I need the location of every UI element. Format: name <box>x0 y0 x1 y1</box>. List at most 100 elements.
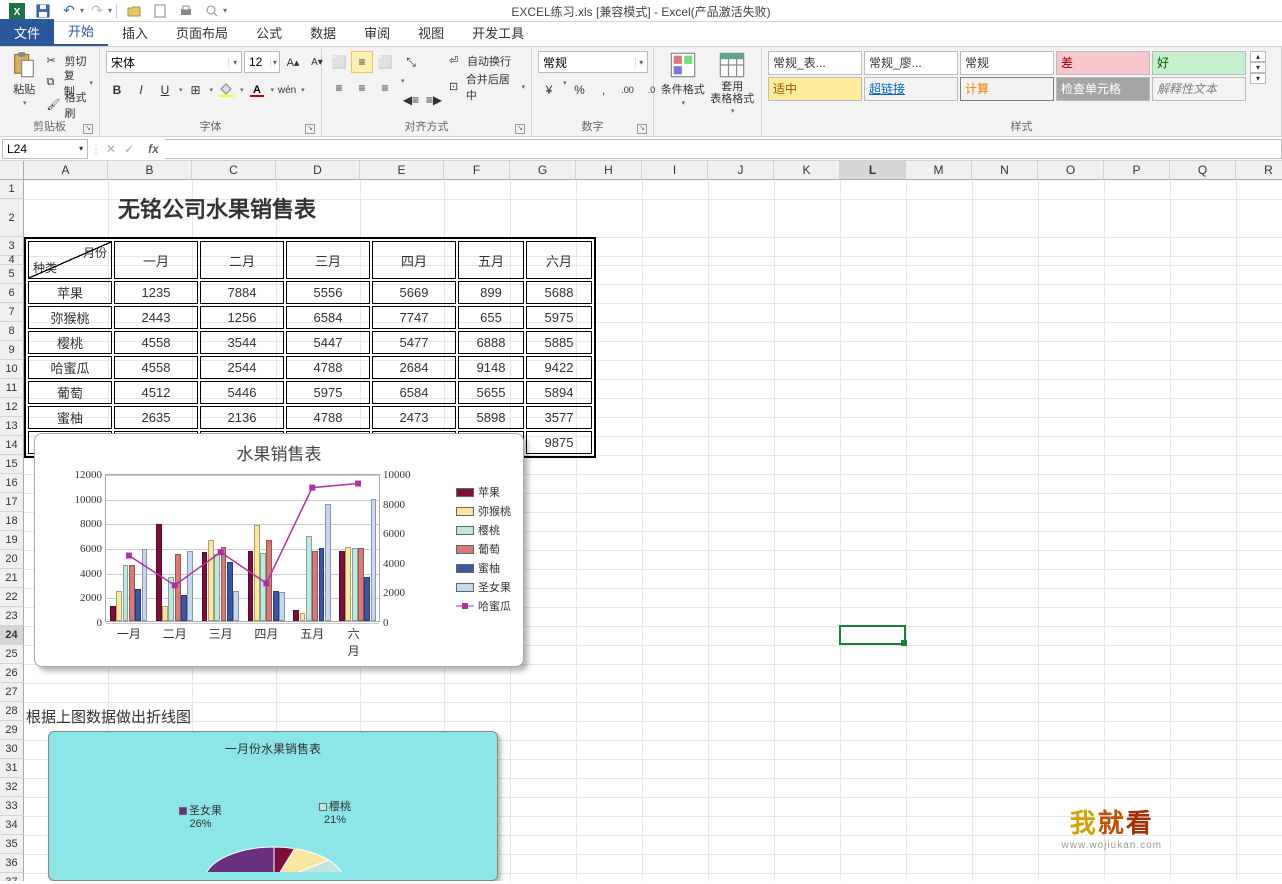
percent-icon[interactable]: % <box>569 79 591 101</box>
align-center-icon[interactable]: ≡ <box>351 77 373 99</box>
align-middle-icon[interactable]: ≡ <box>351 51 373 73</box>
style-cell[interactable]: 好 <box>1152 51 1246 75</box>
border-button[interactable]: ⊞ <box>185 79 207 101</box>
row-header[interactable]: 10 <box>0 360 24 379</box>
redo-dropdown[interactable]: ▾ <box>108 6 112 15</box>
format-painter-button[interactable]: 🖌格式刷 <box>46 95 93 115</box>
indent-decrease-icon[interactable]: ◀≡ <box>400 89 422 111</box>
column-header[interactable]: E <box>360 161 444 180</box>
format-as-table-button[interactable]: 套用 表格格式▾ <box>710 51 756 115</box>
row-header[interactable]: 26 <box>0 664 24 683</box>
pie-chart[interactable]: 一月份水果销售表 圣女果 26% 樱桃 21% <box>48 731 498 881</box>
row-header[interactable]: 18 <box>0 512 24 531</box>
font-launcher[interactable]: ↘ <box>305 124 315 134</box>
tab-审阅[interactable]: 审阅 <box>350 19 404 46</box>
align-bottom-icon[interactable]: ⬜ <box>374 51 396 73</box>
row-header[interactable]: 30 <box>0 740 24 759</box>
align-top-icon[interactable]: ⬜ <box>328 51 350 73</box>
column-header[interactable]: R <box>1236 161 1282 180</box>
column-header[interactable]: D <box>276 161 360 180</box>
phonetic-button[interactable]: wén <box>276 79 298 101</box>
tab-数据[interactable]: 数据 <box>296 19 350 46</box>
merge-center-button[interactable]: ⊡合并后居中▾ <box>449 77 525 97</box>
tab-插入[interactable]: 插入 <box>108 19 162 46</box>
row-header[interactable]: 34 <box>0 816 24 835</box>
row-header[interactable]: 2 <box>0 199 24 237</box>
tab-视图[interactable]: 视图 <box>404 19 458 46</box>
row-header[interactable]: 29 <box>0 721 24 740</box>
row-header[interactable]: 15 <box>0 455 24 474</box>
row-header[interactable]: 25 <box>0 645 24 664</box>
tab-页面布局[interactable]: 页面布局 <box>162 19 242 46</box>
italic-button[interactable]: I <box>130 79 152 101</box>
style-cell[interactable]: 计算 <box>960 77 1054 101</box>
column-header[interactable]: C <box>192 161 276 180</box>
style-cell[interactable]: 差 <box>1056 51 1150 75</box>
row-header[interactable]: 35 <box>0 835 24 854</box>
orientation-icon[interactable]: ⤡ <box>400 51 422 73</box>
row-header[interactable]: 13 <box>0 417 24 436</box>
row-header[interactable]: 5 <box>0 265 24 284</box>
bar-line-chart[interactable]: 水果销售表 0200040006000800010000120000200040… <box>34 433 524 667</box>
row-header[interactable]: 1 <box>0 180 24 199</box>
data-table[interactable]: 月份种类一月二月三月四月五月六月苹果1235788455565669899568… <box>24 237 596 458</box>
new-icon[interactable] <box>151 2 169 20</box>
fx-icon[interactable]: fx <box>142 142 165 156</box>
open-icon[interactable] <box>125 2 143 20</box>
underline-button[interactable]: U <box>154 79 176 101</box>
row-header[interactable]: 28 <box>0 702 24 721</box>
conditional-format-button[interactable]: 条件格式▾ <box>660 51 706 107</box>
column-header[interactable]: Q <box>1170 161 1236 180</box>
worksheet-grid[interactable]: ABCDEFGHIJKLMNOPQR 123456789101112131415… <box>0 161 1282 881</box>
row-header[interactable]: 7 <box>0 303 24 322</box>
preview-icon[interactable] <box>203 2 221 20</box>
row-header[interactable]: 12 <box>0 398 24 417</box>
style-cell[interactable]: 解释性文本 <box>1152 77 1246 101</box>
select-all-corner[interactable] <box>0 161 24 180</box>
row-header[interactable]: 27 <box>0 683 24 702</box>
column-header[interactable]: N <box>972 161 1038 180</box>
style-cell[interactable]: 检查单元格 <box>1056 77 1150 101</box>
row-header[interactable]: 22 <box>0 588 24 607</box>
column-header[interactable]: F <box>444 161 510 180</box>
row-header[interactable]: 9 <box>0 341 24 360</box>
column-header[interactable]: O <box>1038 161 1104 180</box>
style-cell[interactable]: 常规_廖... <box>864 51 958 75</box>
number-launcher[interactable]: ↘ <box>637 124 647 134</box>
style-cell[interactable]: 适中 <box>768 77 862 101</box>
row-header[interactable]: 23 <box>0 607 24 626</box>
print-icon[interactable] <box>177 2 195 20</box>
style-cell[interactable]: 超链接 <box>864 77 958 101</box>
number-format-combo[interactable]: ▾ <box>538 51 648 73</box>
cell-styles-gallery[interactable]: 常规_表...常规_廖...常规差好适中超链接计算检查单元格解释性文本 <box>768 51 1246 101</box>
wrap-text-button[interactable]: ⏎自动换行 <box>449 51 525 71</box>
grow-font-icon[interactable]: A▴ <box>282 51 304 73</box>
comma-icon[interactable]: , <box>593 79 615 101</box>
row-header[interactable]: 36 <box>0 854 24 873</box>
indent-increase-icon[interactable]: ≡▶ <box>423 89 445 111</box>
row-header[interactable]: 8 <box>0 322 24 341</box>
fill-color-button[interactable] <box>215 79 237 101</box>
row-header[interactable]: 14 <box>0 436 24 455</box>
bold-button[interactable]: B <box>106 79 128 101</box>
cancel-formula-icon[interactable]: ✕ <box>106 142 116 156</box>
align-right-icon[interactable]: ≡ <box>374 77 396 99</box>
name-box[interactable]: ▾ <box>2 139 88 159</box>
row-header[interactable]: 4 <box>0 256 24 265</box>
column-header[interactable]: A <box>24 161 108 180</box>
row-header[interactable]: 6 <box>0 284 24 303</box>
column-header[interactable]: K <box>774 161 840 180</box>
row-header[interactable]: 21 <box>0 569 24 588</box>
save-icon[interactable] <box>34 2 52 20</box>
tab-开始[interactable]: 开始 <box>54 17 108 46</box>
tab-文件[interactable]: 文件 <box>0 19 54 46</box>
column-header[interactable]: I <box>642 161 708 180</box>
currency-icon[interactable]: ¥ <box>538 79 560 101</box>
row-header[interactable]: 11 <box>0 379 24 398</box>
formula-input[interactable] <box>165 139 1282 159</box>
paste-button[interactable]: 粘贴 ▾ <box>6 51 42 107</box>
column-header[interactable]: M <box>906 161 972 180</box>
row-header[interactable]: 16 <box>0 474 24 493</box>
row-header[interactable]: 31 <box>0 759 24 778</box>
column-header[interactable]: H <box>576 161 642 180</box>
